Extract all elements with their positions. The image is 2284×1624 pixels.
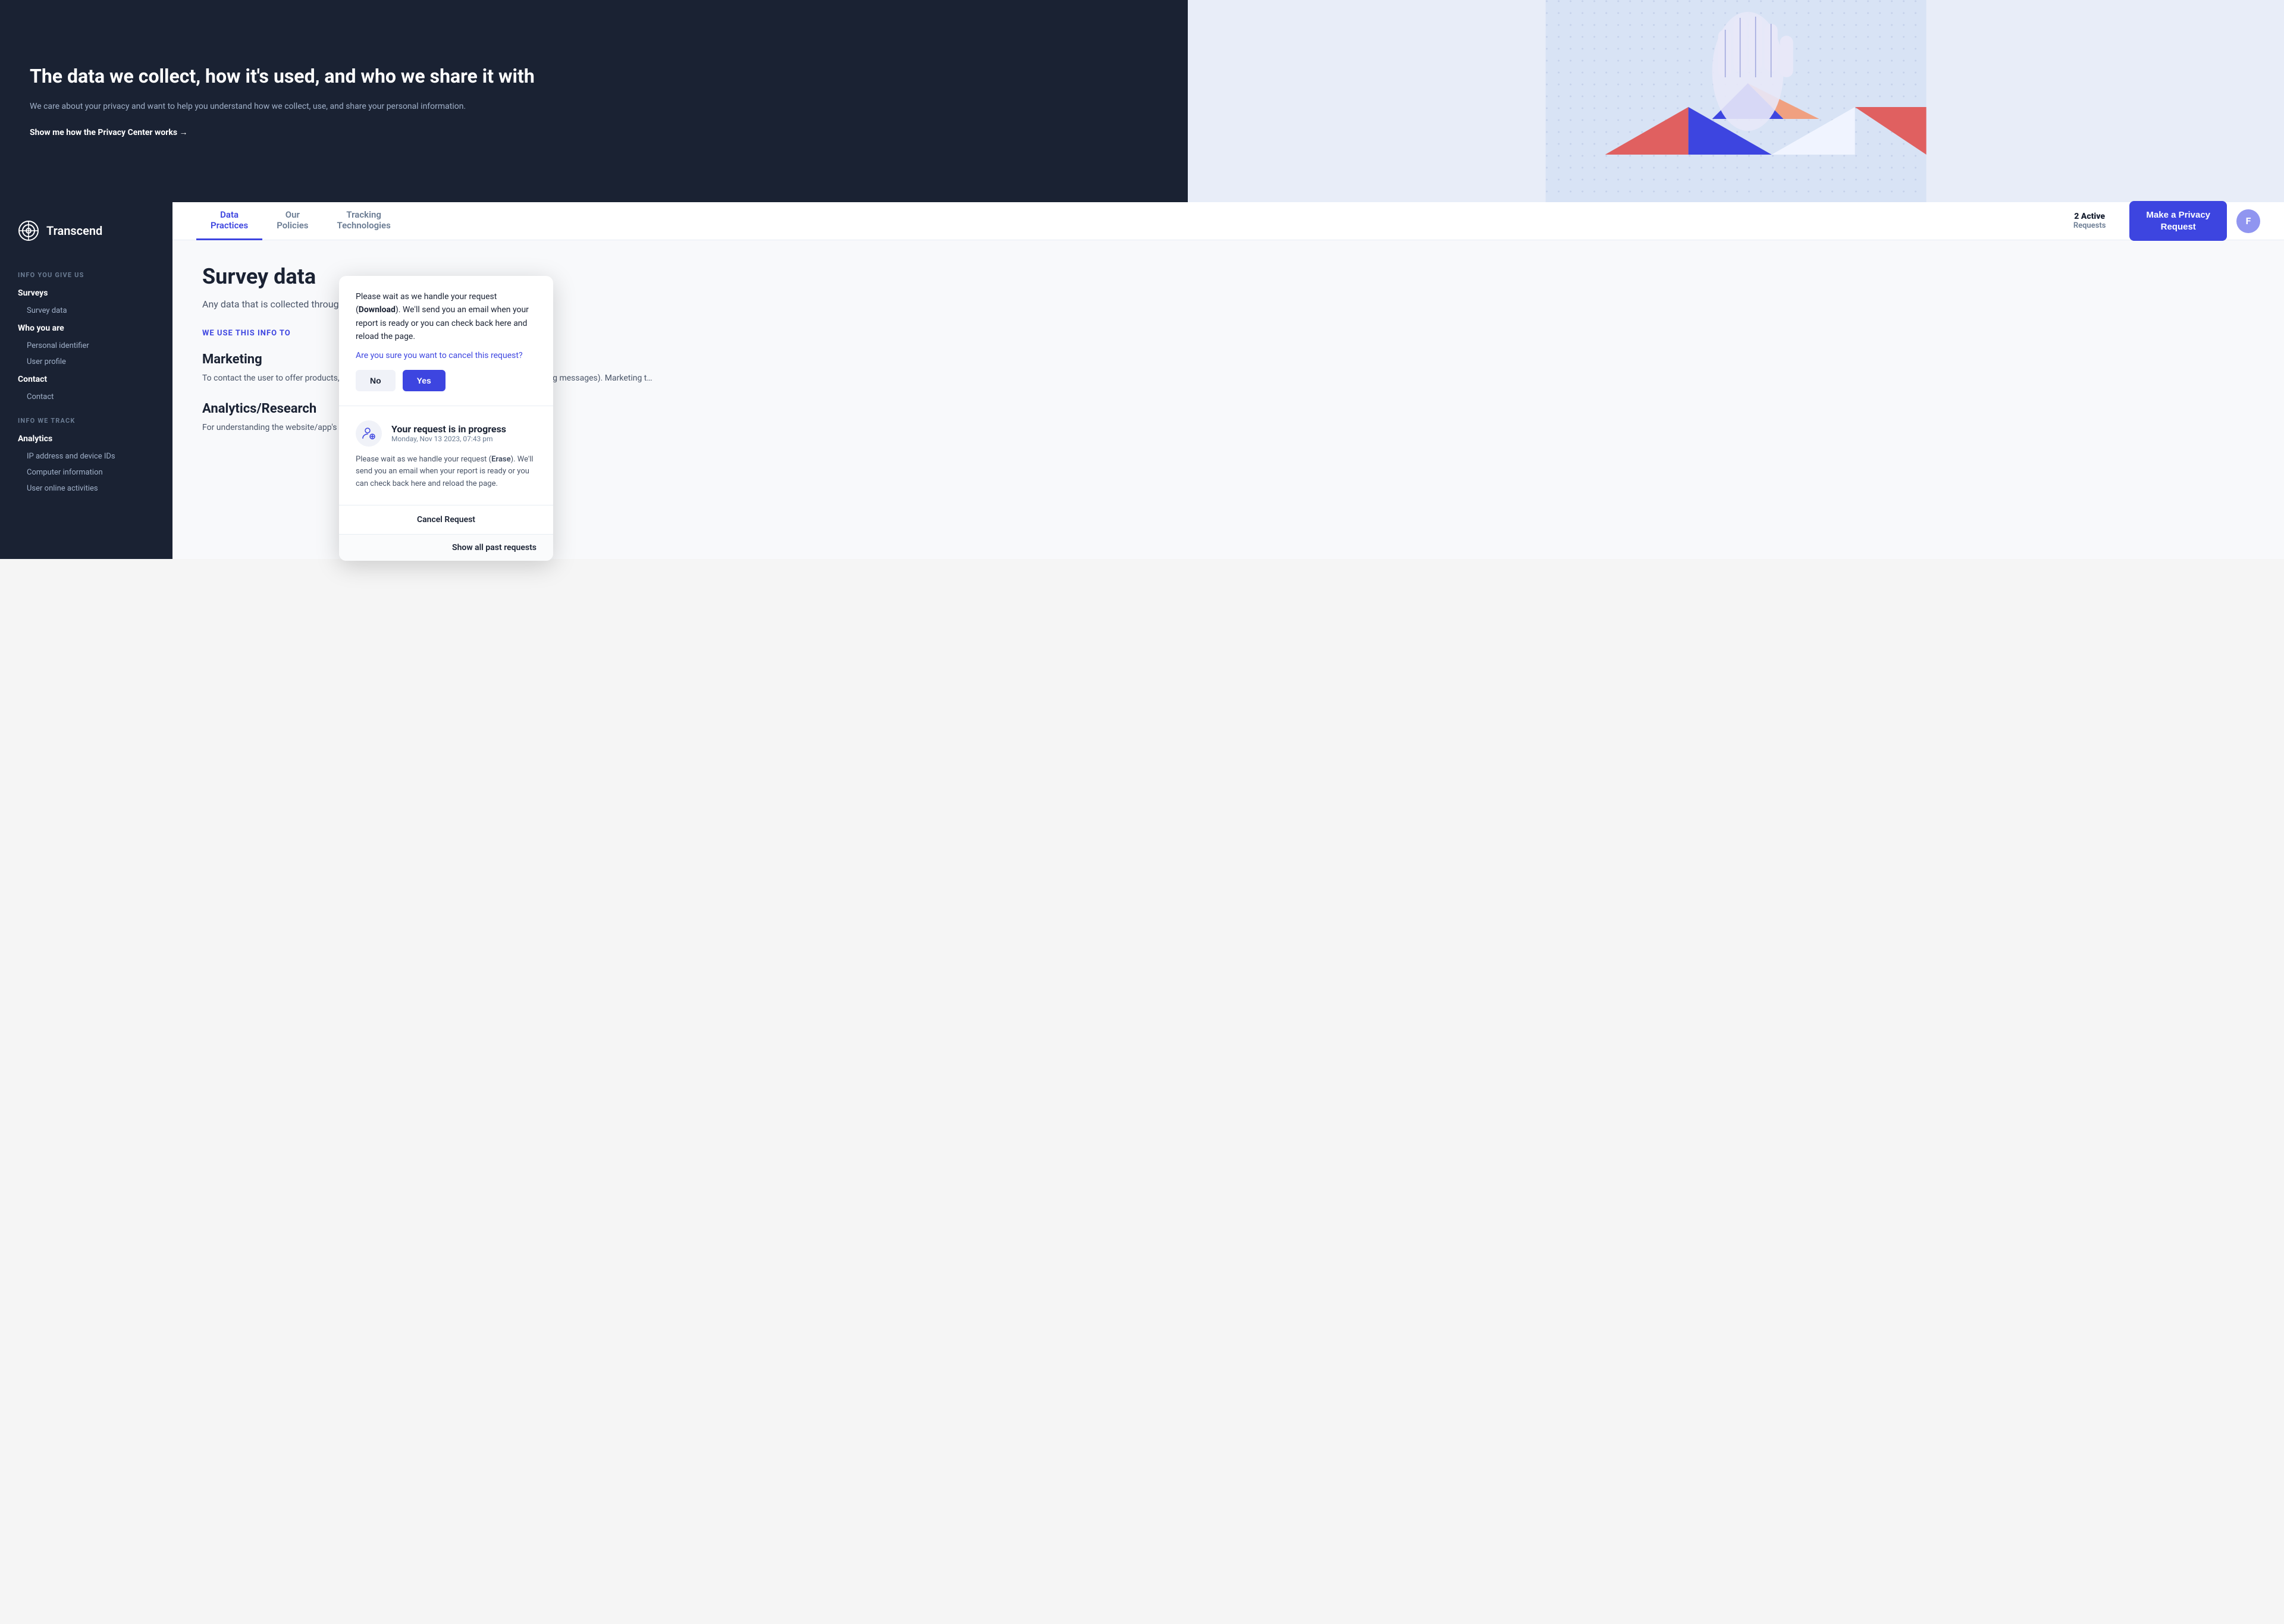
- hero-title: The data we collect, how it's used, and …: [30, 65, 1158, 87]
- popup-cancel-desc: Please wait as we handle your request (D…: [356, 290, 537, 344]
- hero-right: [1188, 0, 2284, 202]
- popup-progress-header: Your request is in progress Monday, Nov …: [356, 420, 537, 447]
- progress-icon: [356, 420, 382, 447]
- popup-progress-section: Your request is in progress Monday, Nov …: [339, 406, 553, 505]
- tab-tracking-technologies[interactable]: Tracking Technologies: [323, 202, 405, 240]
- popup-progress-date: Monday, Nov 13 2023, 07:43 pm: [391, 435, 506, 443]
- hero-subtitle: We care about your privacy and want to h…: [30, 100, 1158, 113]
- cancel-yes-button[interactable]: Yes: [403, 370, 445, 391]
- logo-text: Transcend: [46, 224, 102, 238]
- sidebar-item-user-profile[interactable]: User profile: [0, 354, 172, 370]
- nav-active-requests[interactable]: 2 Active Requests: [2059, 207, 2120, 235]
- sidebar-group-surveys[interactable]: Surveys: [0, 284, 172, 303]
- tab-data-practices[interactable]: Data Practices: [196, 202, 262, 240]
- popup-cancel-section: Please wait as we handle your request (D…: [339, 276, 553, 406]
- content-area: Data Practices Our Policies Tracking Tec…: [172, 202, 2284, 559]
- sidebar-item-survey-data[interactable]: Survey data: [0, 303, 172, 319]
- main-container: Transcend INFO YOU GIVE US Surveys Surve…: [0, 202, 2284, 559]
- cancel-no-button[interactable]: No: [356, 370, 396, 391]
- request-icon: [362, 426, 376, 441]
- tab-our-policies[interactable]: Our Policies: [262, 202, 322, 240]
- popup-progress-desc: Please wait as we handle your request (E…: [356, 454, 537, 491]
- sidebar-item-ip[interactable]: IP address and device IDs: [0, 448, 172, 464]
- popup-progress-title: Your request is in progress: [391, 423, 506, 435]
- sidebar-section-info-give: INFO YOU GIVE US: [0, 259, 172, 284]
- hero-illustration: [1188, 0, 2284, 202]
- sidebar: Transcend INFO YOU GIVE US Surveys Surve…: [0, 202, 172, 559]
- requests-popup: Please wait as we handle your request (D…: [339, 276, 553, 561]
- sidebar-group-who-you-are[interactable]: Who you are: [0, 319, 172, 338]
- hero-link[interactable]: Show me how the Privacy Center works →: [30, 127, 1158, 137]
- nav-avatar[interactable]: F: [2236, 209, 2260, 233]
- logo-icon: [18, 220, 39, 241]
- show-past-requests-button[interactable]: Show all past requests: [339, 534, 553, 561]
- sidebar-group-contact[interactable]: Contact: [0, 370, 172, 389]
- cancel-request-button[interactable]: Cancel Request: [339, 505, 553, 534]
- sidebar-group-analytics[interactable]: Analytics: [0, 429, 172, 448]
- popup-progress-text: Your request is in progress Monday, Nov …: [391, 423, 506, 443]
- sidebar-section-info-track: INFO WE TRACK: [0, 405, 172, 429]
- sidebar-item-user-online[interactable]: User online activities: [0, 480, 172, 497]
- hero-left: The data we collect, how it's used, and …: [0, 0, 1188, 202]
- sidebar-item-computer[interactable]: Computer information: [0, 464, 172, 480]
- popup-buttons: No Yes: [356, 370, 537, 391]
- sidebar-item-personal-identifier[interactable]: Personal identifier: [0, 338, 172, 354]
- logo-area: Transcend: [0, 220, 172, 259]
- sidebar-item-contact[interactable]: Contact: [0, 389, 172, 405]
- nav-bar: Data Practices Our Policies Tracking Tec…: [172, 202, 2284, 240]
- popup-cancel-question: Are you sure you want to cancel this req…: [356, 351, 537, 360]
- make-privacy-request-button[interactable]: Make a Privacy Request: [2129, 201, 2227, 241]
- hero-section: The data we collect, how it's used, and …: [0, 0, 2284, 202]
- main-content: Survey data Any data that is collected t…: [172, 240, 2284, 475]
